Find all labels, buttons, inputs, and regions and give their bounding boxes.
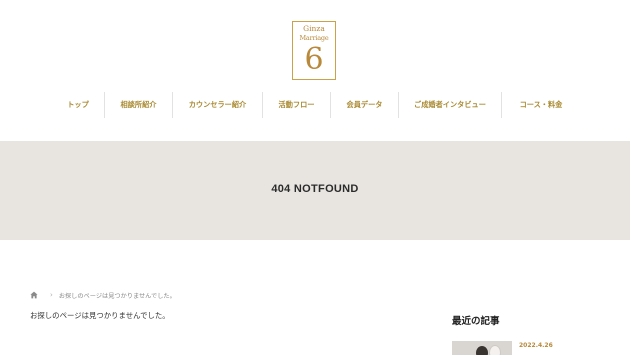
global-nav: トップ 相談所紹介 カウンセラー紹介 活動フロー 会員データ ご成婚者インタビュ… [52,92,580,118]
site-header: Ginza Marriage 6 トップ 相談所紹介 カウンセラー紹介 活動フロ… [0,0,630,141]
not-found-message: お探しのページは見つかりませんでした。 [30,311,170,320]
nav-item-flow[interactable]: 活動フロー [263,92,331,118]
logo-line-2: Marriage [299,34,329,42]
home-icon[interactable] [30,291,38,299]
nav-item-counselor[interactable]: カウンセラー紹介 [173,92,263,118]
page-title: 404 NOTFOUND [271,183,359,195]
nav-item-member-data[interactable]: 会員データ [331,92,399,118]
nav-item-interview[interactable]: ご成婚者インタビュー [399,92,502,118]
recent-post-thumbnail[interactable] [452,341,512,355]
page-hero: 404 NOTFOUND [0,141,630,240]
nav-item-top[interactable]: トップ [52,92,105,118]
nav-item-agency[interactable]: 相談所紹介 [105,92,173,118]
recent-post-date: 2022.4.26 [519,342,553,349]
breadcrumb: › お探しのページは見つかりませんでした。 [30,289,176,301]
logo-line-1: Ginza [303,24,325,33]
chevron-right-icon: › [50,291,53,299]
logo-mark: 6 [304,42,324,77]
nav-item-course[interactable]: コース・料金 [502,92,580,118]
site-logo[interactable]: Ginza Marriage 6 [292,21,336,80]
thumbnail-figure [476,346,488,355]
recent-posts-title: 最近の記事 [452,316,500,327]
breadcrumb-current: お探しのページは見つかりませんでした。 [58,292,176,300]
thumbnail-figure [489,345,501,355]
